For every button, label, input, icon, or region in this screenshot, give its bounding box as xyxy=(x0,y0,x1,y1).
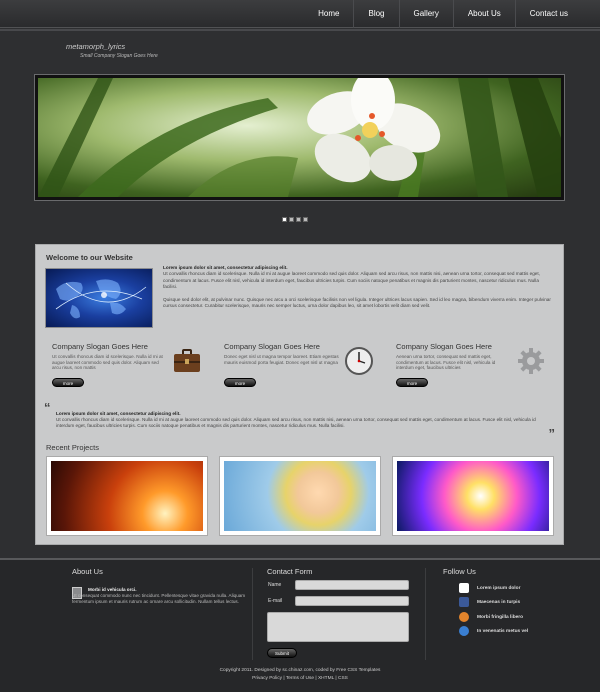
email-field[interactable] xyxy=(295,596,409,606)
twitter-icon xyxy=(459,583,469,593)
follow-link-1[interactable]: Lorem ipsum dolor xyxy=(459,582,520,594)
about-lead: Morbi id vehicula orci. xyxy=(88,587,137,592)
follow-link-3[interactable]: Morbi fringilla libero xyxy=(459,611,523,623)
slider-dot-4[interactable] xyxy=(303,217,308,222)
message-field[interactable] xyxy=(267,612,409,642)
recent-projects-heading: Recent Projects xyxy=(46,443,99,452)
footer-separator xyxy=(425,568,426,660)
follow-link-2[interactable]: Maecenas in turpis xyxy=(459,596,520,608)
follow-label: Morbi fringilla libero xyxy=(477,614,524,620)
welcome-text: Lorem ipsum dolor sit amet, consectetur … xyxy=(163,265,553,315)
slider-pagination xyxy=(282,217,308,222)
world-map-image xyxy=(45,268,153,328)
quote-body: Ut convallis rhoncus diam id scelerisque… xyxy=(56,417,536,429)
quote-open-icon: “ xyxy=(44,400,51,415)
project-thumbnail-2[interactable] xyxy=(219,456,381,536)
nav-about-us[interactable]: About Us xyxy=(452,0,515,28)
welcome-paragraph-1: Ut convallis rhoncus diam id scelerisque… xyxy=(163,271,541,290)
slider-dot-2[interactable] xyxy=(289,217,294,222)
briefcase-icon xyxy=(172,346,202,376)
welcome-paragraph-2: Quisque sed dolor elit, at pulvinar nunc… xyxy=(163,296,551,309)
more-button[interactable]: more xyxy=(224,378,256,387)
footer-separator xyxy=(252,568,253,660)
gear-icon xyxy=(516,346,546,376)
nav-home[interactable]: Home xyxy=(304,0,353,28)
feature-column-3: Company Slogan Goes Here Aenean urna tor… xyxy=(396,342,561,392)
delicious-icon xyxy=(459,626,469,636)
name-field[interactable] xyxy=(295,580,409,590)
follow-label: In venenatis metus vel xyxy=(477,628,529,634)
copyright-line: Copyright 2011. Designed by sc.chinaz.co… xyxy=(219,668,381,673)
feature-column-1: Company Slogan Goes Here Ut convallis rh… xyxy=(52,342,217,392)
feature-text: Aenean urna tortor, consequat sed mattis… xyxy=(396,354,496,371)
footer-links[interactable]: Privacy Policy | Terms of Use | XHTML | … xyxy=(0,675,600,683)
banner-image xyxy=(38,78,561,197)
follow-label: Lorem ipsum dolor xyxy=(477,585,521,591)
about-body: Ut consequat commodo nunc nec tincidunt.… xyxy=(72,593,246,605)
header-divider xyxy=(0,29,600,31)
welcome-heading: Welcome to our Website xyxy=(46,253,133,262)
site-slogan: Small Company Slogan Goes Here xyxy=(80,53,158,59)
footer-about-text: Morbi id vehicula orci. Ut consequat com… xyxy=(72,587,247,606)
feature-column-2: Company Slogan Goes Here Donec eget nisl… xyxy=(224,342,389,392)
feature-text: Donec eget nisl ut magna tempor laoreet.… xyxy=(224,354,339,365)
feature-text: Ut convallis rhoncus diam id scelerisque… xyxy=(52,354,163,371)
quote-close-icon: ” xyxy=(548,426,556,441)
copyright: Copyright 2011. Designed by sc.chinaz.co… xyxy=(0,667,600,683)
follow-link-4[interactable]: In venenatis metus vel xyxy=(459,625,528,637)
project-thumbnail-1[interactable] xyxy=(46,456,208,536)
footer-contact-title: Contact Form xyxy=(267,567,313,576)
facebook-icon xyxy=(459,597,469,607)
footer-follow-title: Follow Us xyxy=(443,567,476,576)
slider-dot-3[interactable] xyxy=(296,217,301,222)
main-content: Welcome to our Website Lorem ipsum dolor… xyxy=(35,244,564,545)
feature-columns: Company Slogan Goes Here Ut convallis rh… xyxy=(52,342,552,392)
follow-label: Maecenas in turpis xyxy=(477,599,521,605)
welcome-lead: Lorem ipsum dolor sit amet, consectetur … xyxy=(163,265,288,270)
site-title[interactable]: metamorph_lyrics xyxy=(66,42,125,51)
submit-button[interactable]: Submit xyxy=(267,648,297,658)
main-nav: Home Blog Gallery About Us Contact us xyxy=(304,0,582,28)
clock-icon xyxy=(344,346,374,376)
slider-dot-1[interactable] xyxy=(282,217,287,222)
more-button[interactable]: more xyxy=(52,378,84,387)
email-label: E-mail xyxy=(268,598,283,604)
top-nav-bar: Home Blog Gallery About Us Contact us xyxy=(0,0,600,28)
footer: About Us Morbi id vehicula orci. Ut cons… xyxy=(0,560,600,692)
project-thumbnail-3[interactable] xyxy=(392,456,554,536)
testimonial-quote: Lorem ipsum dolor sit amet, consectetur … xyxy=(56,411,546,430)
nav-gallery[interactable]: Gallery xyxy=(398,0,453,28)
nav-contact-us[interactable]: Contact us xyxy=(514,0,582,28)
footer-about-title: About Us xyxy=(72,567,103,576)
rss-icon xyxy=(459,612,469,622)
more-button[interactable]: more xyxy=(396,378,428,387)
name-label: Name xyxy=(268,582,282,588)
banner-slider xyxy=(34,74,565,201)
nav-blog[interactable]: Blog xyxy=(353,0,398,28)
